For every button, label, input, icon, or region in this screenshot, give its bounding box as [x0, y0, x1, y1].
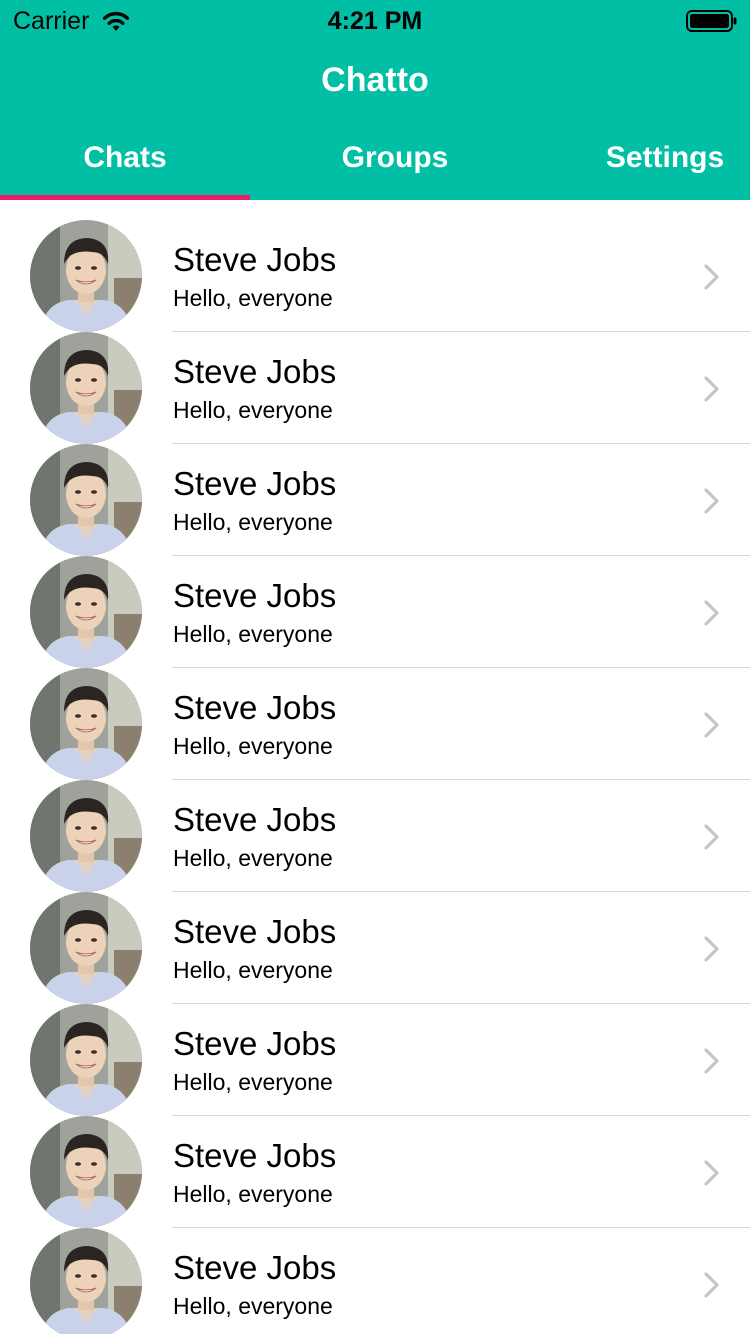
- status-bar: Carrier 4:21 PM: [0, 0, 750, 40]
- contact-name: Steve Jobs: [173, 1025, 337, 1062]
- last-message: Hello, everyone: [173, 1181, 333, 1207]
- contact-name: Steve Jobs: [173, 801, 337, 838]
- chevron-right-icon: [702, 1158, 722, 1188]
- last-message: Hello, everyone: [173, 621, 333, 647]
- chevron-right-icon: [702, 374, 722, 404]
- chat-list: Steve Jobs Hello, everyone Steve Jobs He…: [0, 200, 750, 1334]
- contact-name: Steve Jobs: [173, 577, 337, 614]
- chat-list-item[interactable]: Steve Jobs Hello, everyone: [0, 312, 750, 444]
- chat-list-item[interactable]: Steve Jobs Hello, everyone: [0, 1208, 750, 1334]
- chat-list-item[interactable]: Steve Jobs Hello, everyone: [0, 760, 750, 892]
- app-title: Chatto: [321, 61, 429, 99]
- last-message: Hello, everyone: [173, 845, 333, 871]
- chevron-right-icon: [702, 486, 722, 516]
- app-header: Carrier 4:21 PM Chatto Chats Groups Sett…: [0, 0, 750, 200]
- contact-name: Steve Jobs: [173, 1137, 337, 1174]
- chevron-right-icon: [702, 822, 722, 852]
- contact-name: Steve Jobs: [173, 913, 337, 950]
- chevron-right-icon: [702, 934, 722, 964]
- chevron-right-icon: [702, 1046, 722, 1076]
- tab-settings[interactable]: Settings: [540, 136, 750, 180]
- avatar: [30, 1228, 142, 1334]
- chat-list-item[interactable]: Steve Jobs Hello, everyone: [0, 536, 750, 668]
- chevron-right-icon: [702, 262, 722, 292]
- chevron-right-icon: [702, 1270, 722, 1300]
- chat-list-item[interactable]: Steve Jobs Hello, everyone: [0, 984, 750, 1116]
- chat-list-item[interactable]: Steve Jobs Hello, everyone: [0, 424, 750, 556]
- tab-groups[interactable]: Groups: [270, 136, 520, 180]
- chat-list-item[interactable]: Steve Jobs Hello, everyone: [0, 1096, 750, 1228]
- last-message: Hello, everyone: [173, 733, 333, 759]
- chevron-right-icon: [702, 710, 722, 740]
- status-time: 4:21 PM: [327, 7, 423, 35]
- last-message: Hello, everyone: [173, 285, 333, 311]
- last-message: Hello, everyone: [173, 1069, 333, 1095]
- chat-list-item[interactable]: Steve Jobs Hello, everyone: [0, 648, 750, 780]
- contact-name: Steve Jobs: [173, 241, 337, 278]
- last-message: Hello, everyone: [173, 957, 333, 983]
- contact-name: Steve Jobs: [173, 689, 337, 726]
- chat-list-item[interactable]: Steve Jobs Hello, everyone: [0, 872, 750, 1004]
- chevron-right-icon: [702, 598, 722, 628]
- tab-chats[interactable]: Chats: [0, 136, 250, 180]
- contact-name: Steve Jobs: [173, 353, 337, 390]
- last-message: Hello, everyone: [173, 1293, 333, 1319]
- last-message: Hello, everyone: [173, 509, 333, 535]
- contact-name: Steve Jobs: [173, 1249, 337, 1286]
- last-message: Hello, everyone: [173, 397, 333, 423]
- contact-name: Steve Jobs: [173, 465, 337, 502]
- chat-list-item[interactable]: Steve Jobs Hello, everyone: [0, 200, 750, 332]
- battery-icon: [686, 9, 738, 33]
